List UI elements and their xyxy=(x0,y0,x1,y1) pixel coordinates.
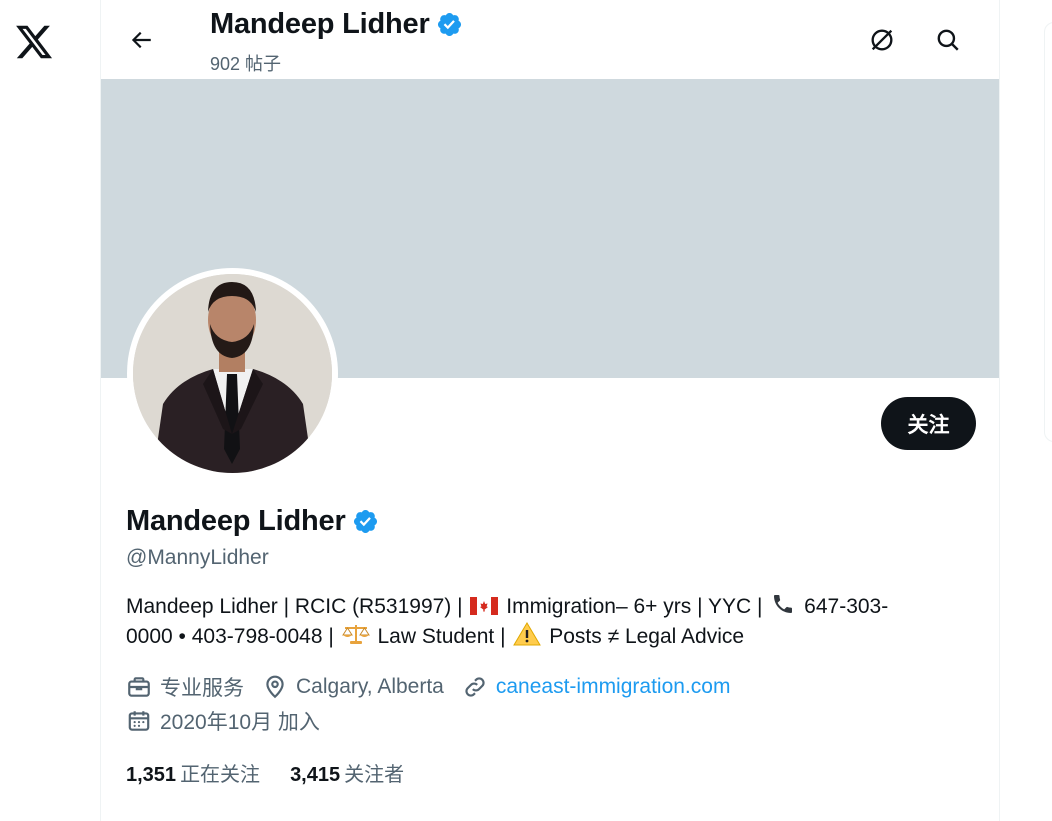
bio-text: Posts ≠ Legal Advice xyxy=(549,625,745,648)
profile-name: Mandeep Lidher xyxy=(126,505,346,537)
follow-stats: 1,351 正在关注 3,415 关注者 xyxy=(126,758,434,787)
canada-flag-icon xyxy=(470,597,499,615)
left-rail xyxy=(0,0,100,821)
right-sidebar-panel xyxy=(1044,22,1052,442)
meta-category: 专业服务 xyxy=(126,672,244,702)
location-pin-icon xyxy=(266,675,284,699)
profile-handle: @MannyLidher xyxy=(126,546,269,569)
profile-header-bar: Mandeep Lidher 902 帖子 xyxy=(101,0,999,79)
back-button[interactable] xyxy=(121,20,161,60)
website-link[interactable]: caneast-immigration.com xyxy=(496,675,731,699)
joined-text: 2020年10月 加入 xyxy=(160,711,320,734)
avatar[interactable] xyxy=(127,268,338,479)
followers-count: 3,415 xyxy=(290,764,341,786)
profile-column: Mandeep Lidher 902 帖子 关注 Mandeep Lidher … xyxy=(100,0,1000,821)
following-count: 1,351 xyxy=(126,764,177,786)
header-name: Mandeep Lidher xyxy=(210,8,430,40)
briefcase-icon xyxy=(128,677,150,697)
scales-icon xyxy=(341,625,370,644)
calendar-icon xyxy=(128,711,150,731)
grok-icon xyxy=(871,29,893,51)
bio-text: 647-303- xyxy=(804,595,889,618)
post-count: 902 帖子 xyxy=(210,54,282,74)
bio-line-1: Mandeep Lidher | RCIC (R531997) | Immigr… xyxy=(126,592,956,622)
followers-label: 关注者 xyxy=(344,764,405,786)
avatar-photo xyxy=(133,274,332,473)
meta-location: Calgary, Alberta xyxy=(262,674,444,700)
bio-text: Mandeep Lidher | RCIC (R531997) | xyxy=(126,595,463,618)
bio-line-2: 0000 • 403-798-0048 | Law Student | Post… xyxy=(126,622,956,652)
follow-button[interactable]: 关注 xyxy=(881,397,976,450)
x-logo-icon[interactable] xyxy=(14,22,54,62)
category-text: 专业服务 xyxy=(160,677,244,700)
location-text: Calgary, Alberta xyxy=(296,675,444,698)
search-icon xyxy=(937,29,959,51)
bio-text: Immigration– 6+ yrs | YYC | xyxy=(506,595,763,618)
arrow-left-icon xyxy=(131,31,151,49)
following-label: 正在关注 xyxy=(180,764,261,786)
profile-meta-row: 专业服务 Calgary, Alberta caneast-immigratio… xyxy=(126,672,748,702)
warning-icon xyxy=(513,622,542,646)
verified-badge-icon xyxy=(437,12,461,37)
meta-website: caneast-immigration.com xyxy=(462,674,731,700)
header-title: Mandeep Lidher xyxy=(210,8,463,41)
profile-bio: Mandeep Lidher | RCIC (R531997) | Immigr… xyxy=(126,592,956,652)
followers-stat[interactable]: 3,415 关注者 xyxy=(290,758,404,787)
search-button[interactable] xyxy=(928,20,968,60)
profile-name-row: Mandeep Lidher xyxy=(126,505,379,538)
profile-joined-row: 2020年10月 加入 xyxy=(126,706,338,736)
verified-badge-icon[interactable] xyxy=(352,508,379,535)
link-icon xyxy=(465,677,485,697)
phone-icon xyxy=(774,595,793,613)
following-stat[interactable]: 1,351 正在关注 xyxy=(126,758,260,787)
bio-text: 0000 • 403-798-0048 | xyxy=(126,625,334,648)
meta-joined: 2020年10月 加入 xyxy=(126,706,320,736)
grok-button[interactable] xyxy=(862,20,902,60)
bio-text: Law Student | xyxy=(377,625,506,648)
